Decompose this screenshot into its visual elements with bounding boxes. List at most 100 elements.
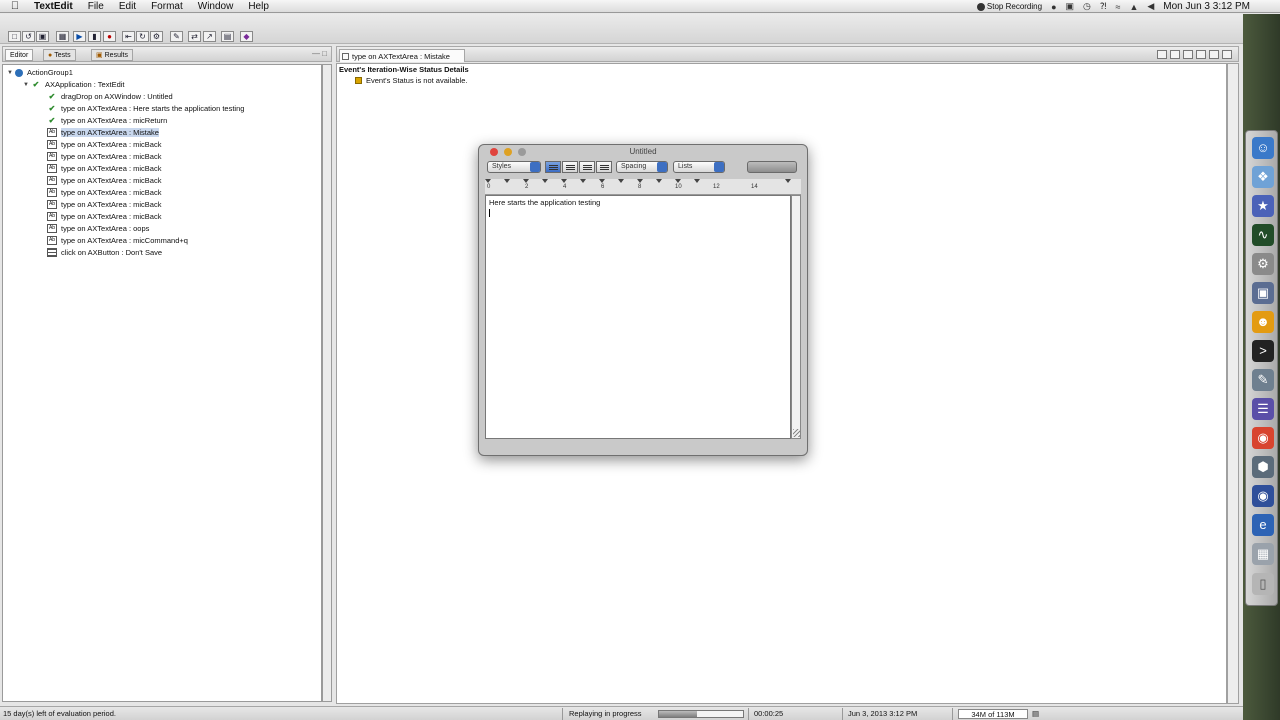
replay-icon[interactable]: ↻ [136,31,149,42]
tab-editor[interactable]: Editor [5,49,34,61]
tree-group-node[interactable]: ▼ ActionGroup1 [5,67,73,78]
lock-icon[interactable]: ● [1051,2,1056,12]
tree-action-node[interactable]: Ab type on AXTextArea : micBack [37,199,161,210]
tree-action-node[interactable]: ✔ type on AXTextArea : Here starts the ap… [37,103,245,114]
align-right-button[interactable] [596,161,612,173]
color-swatch-button[interactable] [747,161,797,173]
tree-action-node[interactable]: Ab type on AXTextArea : micBack [37,163,161,174]
align-left-button[interactable] [545,161,561,173]
database-icon[interactable]: ☰ [1252,398,1274,420]
right-margin-icon[interactable] [785,179,791,183]
menu-clock[interactable]: Mon Jun 3 3:12 PM [1163,1,1250,12]
plugin-icon[interactable]: ★ [1252,195,1274,217]
tree-scrollbar[interactable] [322,64,332,702]
tab-event-details[interactable]: type on AXTextArea : Mistake [339,49,465,62]
gem-icon[interactable]: ◆ [240,31,253,42]
tree-action-node[interactable]: Ab type on AXTextArea : micBack [37,139,161,150]
save-icon[interactable]: ▣ [36,31,49,42]
maximize-panel-icon[interactable] [1183,50,1193,59]
settings-icon[interactable]: ▦ [56,31,69,42]
panel-minimize-icon[interactable]: ― □ [312,49,327,58]
resize-grip-icon[interactable] [793,429,801,437]
new-icon[interactable]: □ [8,31,21,42]
spacing-popup[interactable]: Spacing [616,161,668,173]
pin-panel-icon[interactable] [1209,50,1219,59]
disclosure-triangle-icon[interactable]: ▼ [5,70,15,76]
activity-monitor-icon[interactable]: ∿ [1252,224,1274,246]
tab-stop-icon[interactable] [694,179,700,183]
tab-stop-icon[interactable] [542,179,548,183]
tree-action-node[interactable]: Ab type on AXTextArea : Mistake [37,127,159,138]
tree-action-node[interactable]: ✔ type on AXTextArea : micReturn [37,115,168,126]
styles-popup[interactable]: Styles [487,161,541,173]
status-scrollbar[interactable] [1227,63,1239,704]
disclosure-triangle-icon[interactable]: ▼ [21,82,31,88]
gc-icon[interactable]: ▤ [1032,709,1039,719]
trash-icon[interactable]: ▯ [1252,573,1274,595]
globe-icon[interactable]: ◉ [1252,485,1274,507]
tree-action-node[interactable]: Ab type on AXTextArea : micBack [37,175,161,186]
ie-icon[interactable]: e [1252,514,1274,536]
record-button-icon[interactable]: ● [103,31,116,42]
timemachine-icon[interactable]: ◷ [1083,1,1091,12]
restore-panel-icon[interactable] [1170,50,1180,59]
battery-icon[interactable]: ▲ [1129,2,1138,12]
app-store-icon[interactable]: ▦ [1252,543,1274,565]
detach-panel-icon[interactable] [1196,50,1206,59]
step-icon[interactable]: ⇤ [122,31,135,42]
sync-icon[interactable]: ⇄ [188,31,201,42]
menu-window[interactable]: Window [198,1,234,12]
tab-stop-icon[interactable] [599,179,605,183]
volume-icon[interactable]: ◀ [1147,1,1154,12]
wifi-icon[interactable]: ≈ [1115,2,1120,12]
stop-recording-button[interactable]: Stop Recording [976,2,1042,11]
play-icon[interactable]: ▶ [73,31,86,42]
ruler[interactable]: 0 2 4 6 8 10 12 14 [485,179,801,195]
tab-stop-icon[interactable] [637,179,643,183]
display-icon[interactable]: ▣ [1066,1,1075,12]
tree-action-node[interactable]: ▼ ✔ AXApplication : TextEdit [21,79,124,90]
report-icon[interactable]: ▤ [221,31,234,42]
terminal-icon[interactable]: > [1252,340,1274,362]
tab-stop-icon[interactable] [656,179,662,183]
tree-action-node[interactable]: ✔ dragDrop on AXWindow : Untitled [37,91,173,102]
tab-stop-icon[interactable] [580,179,586,183]
align-center-button[interactable] [562,161,578,173]
menu-help[interactable]: Help [248,1,269,12]
chrome-icon[interactable]: ◉ [1252,427,1274,449]
minimize-panel-icon[interactable] [1157,50,1167,59]
tab-stop-icon[interactable] [561,179,567,183]
system-preferences-icon[interactable]: ⚙ [1252,253,1274,275]
tab-stop-icon[interactable] [504,179,510,183]
lists-popup[interactable]: Lists [673,161,725,173]
align-justify-button[interactable] [579,161,595,173]
text-area[interactable]: Here starts the application testing [485,195,791,439]
preview-icon[interactable]: ▣ [1252,282,1274,304]
apple-menu-icon[interactable]:  [0,0,22,12]
menu-app-name[interactable]: TextEdit [34,1,73,12]
cube-icon[interactable]: ⬢ [1252,456,1274,478]
tree-action-node[interactable]: Ab type on AXTextArea : micBack [37,151,161,162]
messenger-icon[interactable]: ☻ [1252,311,1274,333]
tree-action-node[interactable]: Ab type on AXTextArea : micCommand+q [37,235,188,246]
document-scrollbar[interactable] [791,195,801,439]
tree-action-node[interactable]: Ab type on AXTextArea : micBack [37,211,161,222]
tree-action-node[interactable]: Ab type on AXTextArea : micBack [37,187,161,198]
tab-tests[interactable]: ● Tests [43,49,76,61]
menu-file[interactable]: File [88,1,104,12]
pause-icon[interactable]: ▮ [88,31,101,42]
tab-stop-icon[interactable] [618,179,624,183]
tree-action-node[interactable]: Ab type on AXTextArea : oops [37,223,149,234]
tools-icon[interactable]: ⚙ [150,31,163,42]
safari-icon[interactable]: ❖ [1252,166,1274,188]
bluetooth-icon[interactable]: ⁈ [1100,1,1107,12]
menu-format[interactable]: Format [151,1,183,12]
tree-action-node[interactable]: click on AXButton : Don't Save [37,247,162,258]
tab-stop-icon[interactable] [485,179,491,183]
menu-edit[interactable]: Edit [119,1,136,12]
textedit-icon[interactable]: ✎ [1252,369,1274,391]
edit-icon[interactable]: ✎ [170,31,183,42]
tab-results[interactable]: ▣ Results [91,49,133,61]
close-panel-icon[interactable] [1222,50,1232,59]
finder-icon[interactable]: ☺ [1252,137,1274,159]
